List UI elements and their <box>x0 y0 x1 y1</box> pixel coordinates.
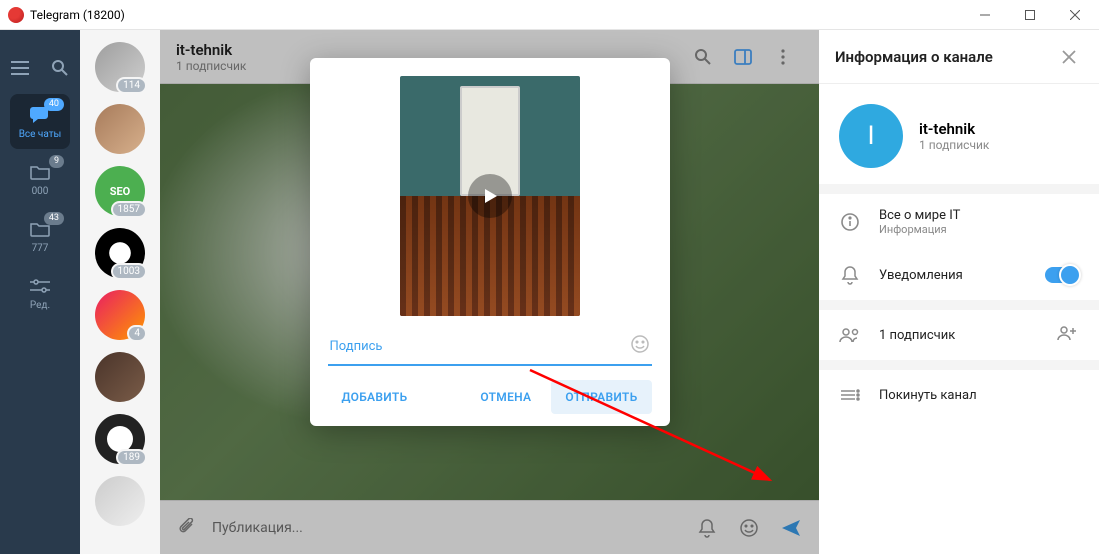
cancel-button[interactable]: ОТМЕНА <box>466 380 545 414</box>
unread-badge: 4 <box>127 325 147 342</box>
menu-button[interactable] <box>0 48 40 88</box>
window-minimize-button[interactable] <box>962 0 1007 30</box>
window-maximize-button[interactable] <box>1007 0 1052 30</box>
caption-emoji-button[interactable] <box>630 334 650 358</box>
notifications-toggle[interactable] <box>1045 267 1079 283</box>
chat-item[interactable]: 189 <box>95 414 145 464</box>
info-icon <box>839 211 861 233</box>
chat-item[interactable] <box>95 352 145 402</box>
chat-item[interactable] <box>95 476 145 526</box>
unread-badge: 1003 <box>111 263 147 280</box>
chat-item[interactable]: 4 <box>95 290 145 340</box>
leave-channel-row[interactable]: Покинуть канал <box>819 370 1099 420</box>
notifications-row[interactable]: Уведомления <box>819 250 1099 300</box>
folder-label: 777 <box>32 243 49 254</box>
folder-label: Ред. <box>30 300 50 311</box>
avatar <box>95 476 145 526</box>
chat-item[interactable]: SEO1857 <box>95 166 145 216</box>
caption-input[interactable]: Подпись <box>330 339 630 354</box>
people-icon <box>839 324 861 346</box>
media-preview[interactable] <box>400 76 580 316</box>
channel-profile: I it-tehnik 1 подписчик <box>819 84 1099 184</box>
add-media-button[interactable]: ДОБАВИТЬ <box>328 380 422 414</box>
folders-nav: 40 Все чаты 9 000 43 777 Ред. <box>0 30 80 554</box>
window-close-button[interactable] <box>1052 0 1097 30</box>
folder-edit[interactable]: Ред. <box>10 265 70 320</box>
search-button[interactable] <box>40 48 80 88</box>
channel-subscribers: 1 подписчик <box>919 138 989 152</box>
close-info-button[interactable] <box>1055 43 1083 71</box>
folder-badge: 43 <box>44 212 64 225</box>
unread-badge: 114 <box>116 77 147 94</box>
chat-item[interactable]: 1003 <box>95 228 145 278</box>
folder-label: Все чаты <box>19 129 62 140</box>
send-media-dialog: Подпись ДОБАВИТЬ ОТМЕНА ОТПРАВИТЬ <box>310 58 670 426</box>
send-media-overlay: Подпись ДОБАВИТЬ ОТМЕНА ОТПРАВИТЬ <box>160 30 819 554</box>
avatar <box>95 352 145 402</box>
chat-list[interactable]: 114 SEO1857 1003 4 189 <box>80 30 160 554</box>
leave-icon <box>839 384 861 406</box>
channel-name: it-tehnik <box>919 120 989 138</box>
leave-label: Покинуть канал <box>879 388 1079 403</box>
settings-sliders-icon <box>28 274 52 298</box>
channel-avatar: I <box>839 104 903 168</box>
folder-badge: 9 <box>49 155 64 168</box>
subscribers-text: 1 подписчик <box>879 328 1039 343</box>
subscribers-row[interactable]: 1 подписчик <box>819 310 1099 360</box>
channel-info-panel: Информация о канале I it-tehnik 1 подпис… <box>819 30 1099 554</box>
about-text: Все о мире IT <box>879 208 1079 223</box>
folder-all-chats[interactable]: 40 Все чаты <box>10 94 70 149</box>
add-subscriber-button[interactable] <box>1057 325 1079 345</box>
about-label: Информация <box>879 223 1079 236</box>
bell-icon <box>839 264 861 286</box>
send-media-button[interactable]: ОТПРАВИТЬ <box>551 380 651 414</box>
folder-label: 000 <box>32 186 49 197</box>
folder-badge: 40 <box>44 98 64 111</box>
info-panel-title: Информация о канале <box>835 48 993 66</box>
window-title: Telegram (18200) <box>30 8 125 22</box>
unread-badge: 1857 <box>111 201 147 218</box>
notifications-label: Уведомления <box>879 268 1027 283</box>
folder-000[interactable]: 9 000 <box>10 151 70 206</box>
app-icon <box>8 7 24 23</box>
channel-about-row[interactable]: Все о мире IT Информация <box>819 194 1099 250</box>
chat-item[interactable] <box>95 104 145 154</box>
folder-777[interactable]: 43 777 <box>10 208 70 263</box>
play-icon <box>468 174 512 218</box>
window-titlebar: Telegram (18200) <box>0 0 1099 30</box>
avatar <box>95 104 145 154</box>
unread-badge: 189 <box>116 449 147 466</box>
chat-item[interactable]: 114 <box>95 42 145 92</box>
